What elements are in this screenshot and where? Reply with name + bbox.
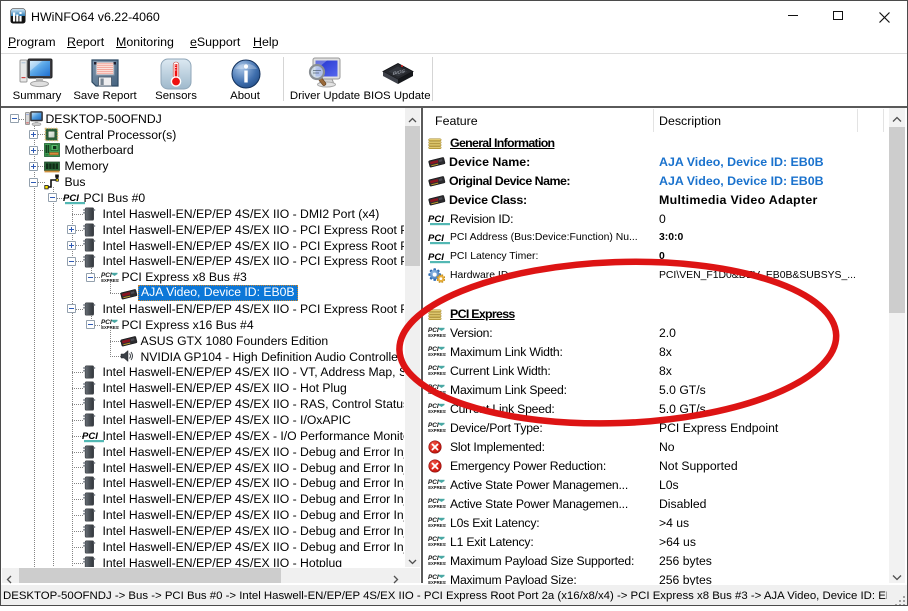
svg-text:EXPRESS: EXPRESS <box>428 428 446 433</box>
svg-text:EXPRESS: EXPRESS <box>428 485 446 490</box>
svg-text:EXPRESS: EXPRESS <box>428 352 446 357</box>
svg-text:EXPRESS: EXPRESS <box>428 542 446 547</box>
svg-text:EXPRESS: EXPRESS <box>428 504 446 509</box>
svg-text:EXPRESS: EXPRESS <box>101 325 119 330</box>
svg-text:EXPRESS: EXPRESS <box>101 278 119 283</box>
svg-text:EXPRESS: EXPRESS <box>428 409 446 414</box>
svg-text:EXPRESS: EXPRESS <box>428 390 446 395</box>
svg-text:EXPRESS: EXPRESS <box>428 371 446 376</box>
svg-text:EXPRESS: EXPRESS <box>428 561 446 566</box>
svg-text:EXPRESS: EXPRESS <box>428 333 446 338</box>
svg-text:EXPRESS: EXPRESS <box>428 523 446 528</box>
